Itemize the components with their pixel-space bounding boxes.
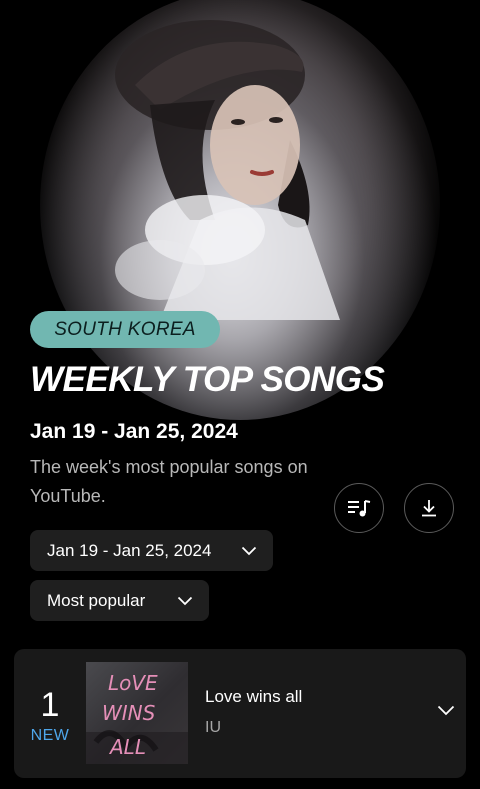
album-cover[interactable]: LoVE WINS ALL (86, 662, 188, 764)
download-icon (422, 500, 436, 517)
rank-change-badge: NEW (30, 727, 70, 744)
weekly-top-songs-page: SOUTH KOREA WEEKLY TOP SONGS Jan 19 - Ja… (0, 0, 480, 789)
sort-selector-label: Most popular (47, 590, 146, 610)
page-title: WEEKLY TOP SONGS (30, 360, 385, 399)
download-button[interactable] (404, 483, 454, 533)
add-to-queue-button[interactable] (334, 483, 384, 533)
cover-text-1: LoVE (108, 671, 158, 695)
chart-description: The week's most popular songs on YouTube… (30, 457, 308, 506)
song-title[interactable]: Love wins all (205, 687, 302, 707)
week-selector-dropdown[interactable]: Jan 19 - Jan 25, 2024 (30, 530, 273, 571)
sort-selector-dropdown[interactable]: Most popular (30, 580, 209, 621)
chevron-down-icon (177, 596, 193, 606)
playlist-music-icon (348, 500, 371, 517)
hero-artwork (40, 0, 440, 420)
song-row[interactable] (14, 649, 466, 778)
expand-song-button[interactable] (434, 700, 458, 720)
song-rank: 1 (40, 686, 60, 724)
cover-text-3: ALL (108, 735, 146, 759)
chart-date-range: Jan 19 - Jan 25, 2024 (30, 420, 238, 443)
week-selector-label: Jan 19 - Jan 25, 2024 (47, 540, 212, 560)
cover-text-2: WINS (102, 701, 156, 725)
chevron-down-icon (437, 705, 455, 715)
region-chip: SOUTH KOREA (30, 311, 220, 348)
hero-portrait-image (115, 20, 340, 320)
song-artist[interactable]: IU (205, 719, 221, 737)
album-cover-art: LoVE WINS ALL (86, 671, 188, 764)
chevron-down-icon (241, 546, 257, 556)
